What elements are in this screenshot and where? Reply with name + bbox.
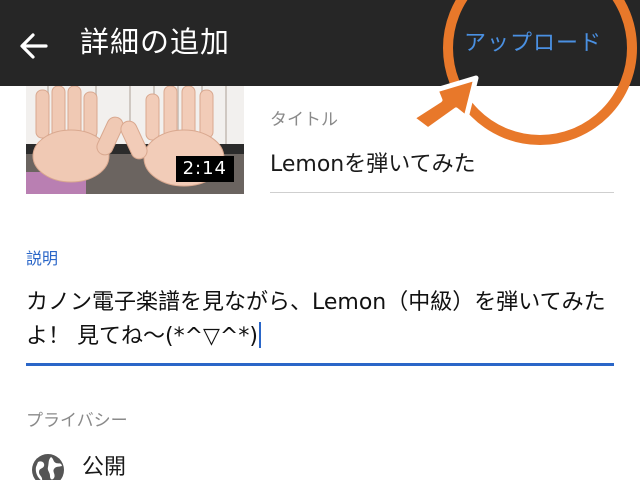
arrow-left-icon <box>20 33 48 59</box>
video-duration-badge: 2:14 <box>175 156 234 182</box>
title-input-underline <box>270 192 614 193</box>
privacy-setting-value[interactable]: 公開 <box>82 453 126 480</box>
video-thumbnail: 2:14 <box>26 86 244 194</box>
description-input-underline <box>26 363 614 366</box>
privacy-label: プライバシー <box>26 411 128 431</box>
page-title: 詳細の追加 <box>80 25 231 59</box>
description-input[interactable]: カノン電子楽譜を見ながら、Lemon（中級）を弾いてみたよ！ 見てね〜(*^▽^… <box>26 286 616 354</box>
title-input[interactable]: Lemonを弾いてみた <box>270 149 476 181</box>
text-cursor <box>258 322 261 348</box>
description-label: 説明 <box>26 249 59 268</box>
back-button[interactable] <box>14 26 54 66</box>
title-label: タイトル <box>270 110 338 130</box>
globe-icon <box>30 452 66 480</box>
top-app-bar: 詳細の追加 アップロード <box>0 0 640 86</box>
upload-details-screen: 詳細の追加 アップロード 2:14 タイトル Lemonを弾いてみた 説明 カノ… <box>0 0 640 480</box>
description-text: カノン電子楽譜を見ながら、Lemon（中級）を弾いてみたよ！ 見てね〜(*^▽^… <box>26 290 606 349</box>
upload-button[interactable]: アップロード <box>464 29 602 59</box>
